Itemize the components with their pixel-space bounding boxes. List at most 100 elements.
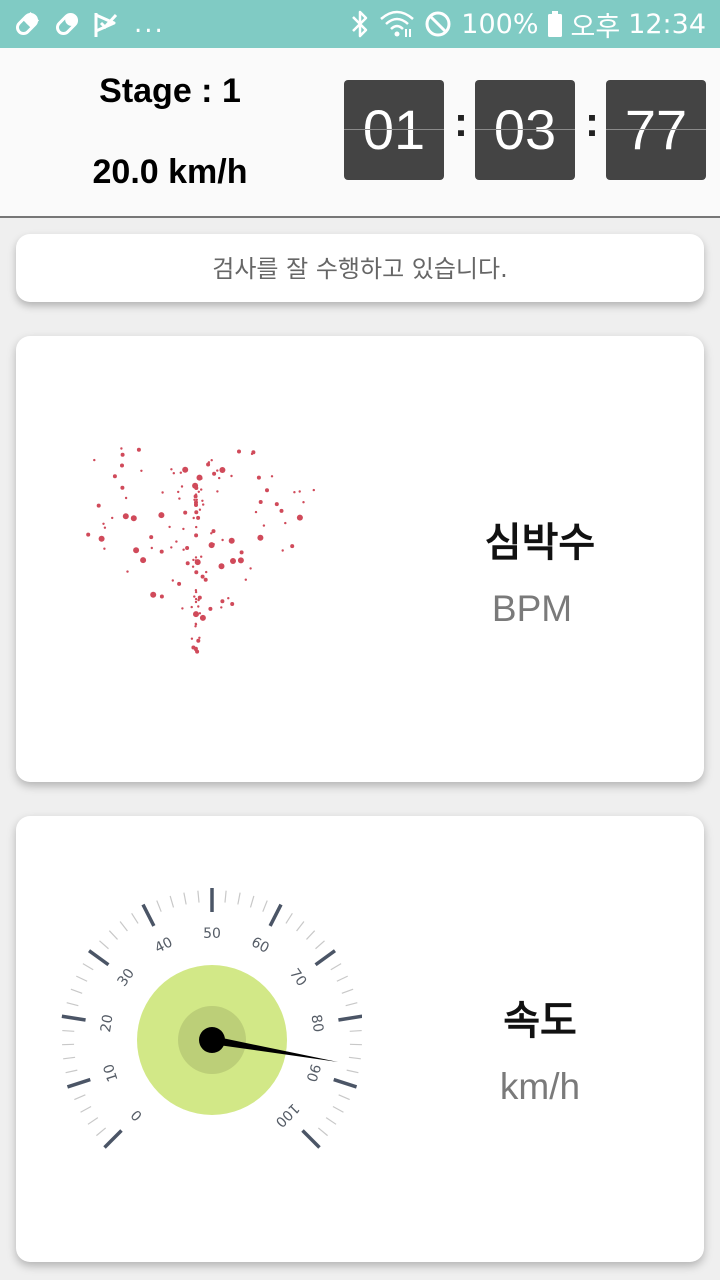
heart-particle — [158, 512, 165, 519]
heart-particle — [159, 594, 164, 599]
heart-particle — [170, 468, 173, 471]
heart-particle — [203, 577, 208, 582]
gauge-minor-tick — [82, 963, 94, 971]
status-message: 검사를 잘 수행하고 있습니다. — [16, 234, 704, 302]
gauge-minor-tick — [87, 1117, 99, 1125]
gauge-minor-tick — [346, 1069, 359, 1074]
gauge-minor-tick — [296, 921, 305, 932]
gauge-minor-tick — [345, 1002, 358, 1007]
heart-particle — [284, 521, 287, 525]
heart-particle — [161, 491, 164, 494]
stage-label: Stage : 1 — [99, 72, 241, 110]
heart-particle — [194, 486, 199, 490]
heart-particle — [194, 556, 198, 559]
heart-particle — [120, 452, 125, 457]
heart-particle — [220, 599, 225, 604]
status-bar: ... 100% 오후 12:34 — [0, 0, 720, 48]
bluetooth-icon — [352, 10, 368, 38]
heart-particle — [237, 449, 241, 454]
timer-minutes: 01 — [344, 80, 444, 180]
gauge-minor-tick — [76, 975, 88, 982]
heart-particle — [171, 579, 174, 582]
gauge-tick-label: 90 — [302, 1062, 323, 1084]
timer-separator: : — [585, 98, 599, 145]
heart-particle — [177, 581, 182, 586]
timer-seconds: 03 — [475, 80, 575, 180]
gauge-tick-label: 10 — [101, 1062, 122, 1084]
speed-label: 20.0 km/h — [92, 153, 248, 191]
heart-particle — [136, 447, 141, 452]
heart-particle — [198, 636, 201, 639]
heart-particle — [192, 516, 195, 520]
test-header: Stage : 1 20.0 km/h 01 : 03 : 77 — [0, 48, 720, 218]
gauge-major-tick — [141, 903, 156, 927]
timer-separator: : — [454, 98, 468, 145]
gauge-tick-label: 0 — [128, 1106, 146, 1124]
heart-particle — [172, 472, 175, 475]
heart-particle — [210, 459, 213, 462]
heart-particle — [93, 458, 96, 462]
gauge-tick-label: 30 — [115, 966, 138, 990]
heart-particle — [279, 508, 284, 513]
heart-particle — [193, 646, 198, 651]
gauge-tick-label: 20 — [98, 1013, 117, 1033]
heart-particle — [194, 625, 197, 628]
heart-particle — [274, 502, 279, 507]
gauge-hub — [199, 1027, 225, 1053]
heart-particle — [202, 503, 205, 506]
heart-particle — [179, 471, 182, 474]
more-notifications: ... — [134, 9, 165, 39]
system-icons: 100% 오후 12:34 — [349, 8, 706, 43]
gauge-major-tick — [103, 1129, 123, 1149]
gauge-minor-tick — [341, 988, 354, 994]
heart-particle — [249, 567, 252, 570]
do-not-disturb-icon — [425, 11, 451, 37]
heart-particle — [219, 467, 226, 473]
heart-particle — [218, 563, 225, 570]
heart-particle — [196, 638, 201, 643]
gauge-minor-tick — [348, 1056, 361, 1060]
heart-particle — [120, 463, 124, 468]
heart-particle — [200, 574, 205, 579]
pill-icon — [55, 12, 79, 36]
heart-particle — [197, 490, 200, 493]
heart-particle — [262, 524, 266, 527]
gauge-minor-tick — [74, 1094, 86, 1101]
gauge-minor-tick — [96, 1127, 107, 1137]
gauge-minor-tick — [197, 890, 200, 903]
heart-particle — [199, 614, 206, 621]
heart-rate-title: 심박수 — [484, 520, 596, 566]
heart-particle — [194, 533, 199, 538]
heart-particle — [168, 525, 171, 529]
heart-particle — [133, 547, 140, 554]
gauge-minor-tick — [224, 890, 227, 903]
gauge-minor-tick — [262, 900, 268, 912]
heart-particle — [193, 595, 196, 598]
gauge-tick-label: 50 — [203, 926, 221, 942]
heart-particle — [230, 474, 233, 478]
heart-particle — [192, 558, 195, 562]
heart-rate-card: 심박수 BPM — [16, 336, 704, 782]
heart-particle — [194, 622, 197, 625]
heart-particle — [201, 499, 204, 502]
heart-particle — [200, 477, 203, 480]
heart-particle — [170, 546, 173, 549]
heart-particle — [196, 515, 201, 520]
heart-particle — [208, 606, 213, 611]
gauge-minor-tick — [332, 1105, 344, 1113]
heart-particle — [230, 558, 236, 564]
heart-particle — [218, 476, 221, 480]
heart-particle — [124, 496, 128, 500]
heart-particle — [194, 494, 197, 497]
heart-particle — [175, 540, 178, 543]
heart-particle — [150, 591, 157, 598]
gauge-major-tick — [66, 1077, 91, 1089]
heart-particle — [298, 490, 301, 493]
heart-particle — [103, 526, 107, 529]
heart-particle — [302, 501, 305, 504]
heart-particle — [290, 544, 295, 549]
heart-particle — [182, 527, 185, 531]
heart-particle — [250, 452, 254, 456]
gauge-minor-tick — [306, 930, 316, 940]
gauge-tick-label: 80 — [307, 1013, 326, 1033]
